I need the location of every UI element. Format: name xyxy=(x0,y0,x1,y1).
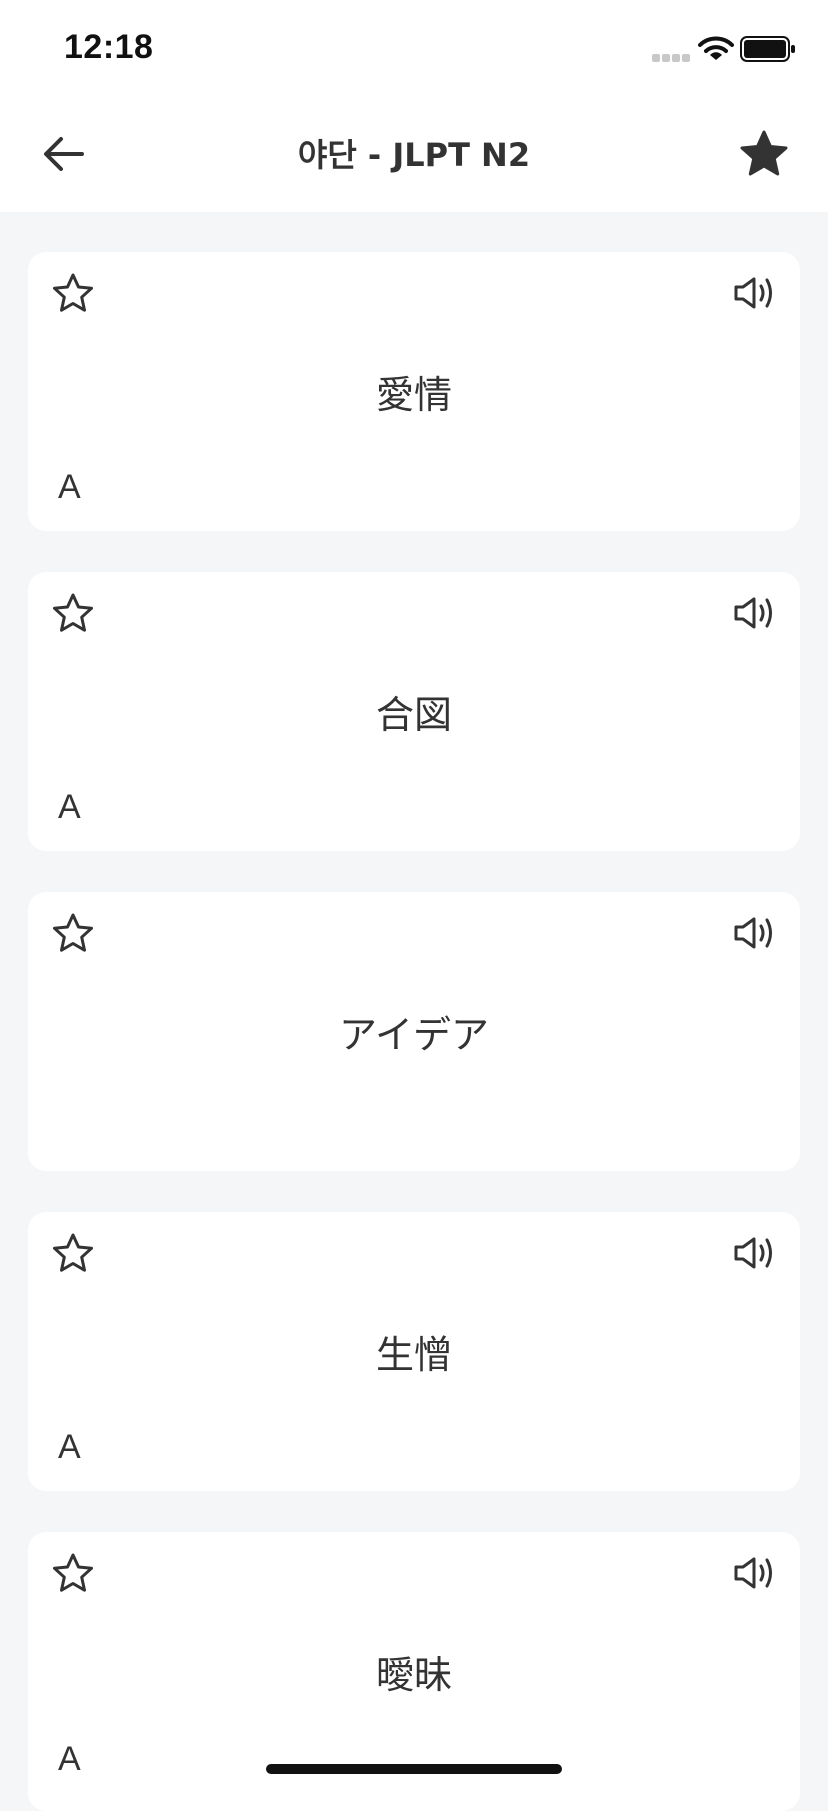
back-button[interactable] xyxy=(36,126,92,182)
star-outline-icon xyxy=(53,913,93,952)
speaker-icon xyxy=(734,917,772,949)
speaker-icon xyxy=(734,277,772,309)
card-word: アイデア xyxy=(338,1013,490,1057)
word-card[interactable]: 合図 A xyxy=(28,572,800,851)
speaker-icon xyxy=(734,597,772,629)
favorite-toggle[interactable] xyxy=(48,1228,98,1278)
star-outline-icon xyxy=(53,593,93,632)
battery-icon xyxy=(740,36,795,62)
favorites-button[interactable] xyxy=(734,124,794,184)
home-indicator[interactable] xyxy=(266,1764,562,1774)
status-time: 12:18 xyxy=(64,28,154,66)
star-outline-icon xyxy=(53,273,93,312)
card-word: 曖昧 xyxy=(375,1653,452,1697)
word-card[interactable]: 愛情 A xyxy=(28,252,800,531)
card-word: 生憎 xyxy=(375,1333,452,1377)
favorite-toggle[interactable] xyxy=(48,1548,98,1598)
favorite-toggle[interactable] xyxy=(48,908,98,958)
card-letter: A xyxy=(58,468,81,506)
page-title: 야단 - JLPT N2 xyxy=(297,136,531,174)
card-letter: A xyxy=(58,788,81,826)
favorite-toggle[interactable] xyxy=(48,268,98,318)
word-card[interactable]: 生憎 A xyxy=(28,1212,800,1491)
play-audio-button[interactable] xyxy=(730,270,780,316)
speaker-icon xyxy=(734,1557,772,1589)
play-audio-button[interactable] xyxy=(730,910,780,956)
card-word: 愛情 xyxy=(375,373,452,417)
word-card[interactable]: アイデア xyxy=(28,892,800,1171)
favorite-toggle[interactable] xyxy=(48,588,98,638)
status-bar: 12:18 xyxy=(0,0,828,100)
card-letter: A xyxy=(58,1428,81,1466)
play-audio-button[interactable] xyxy=(730,590,780,636)
nav-bar: 야단 - JLPT N2 xyxy=(0,100,828,212)
wifi-icon xyxy=(698,36,734,60)
signal-icon xyxy=(652,54,690,62)
star-outline-icon xyxy=(53,1553,93,1592)
play-audio-button[interactable] xyxy=(730,1230,780,1276)
play-audio-button[interactable] xyxy=(730,1550,780,1596)
card-letter: A xyxy=(58,1740,81,1778)
card-word: 合図 xyxy=(375,693,452,737)
speaker-icon xyxy=(734,1237,772,1269)
star-filled-icon xyxy=(740,130,788,176)
star-outline-icon xyxy=(53,1233,93,1272)
arrow-left-icon xyxy=(44,137,84,171)
